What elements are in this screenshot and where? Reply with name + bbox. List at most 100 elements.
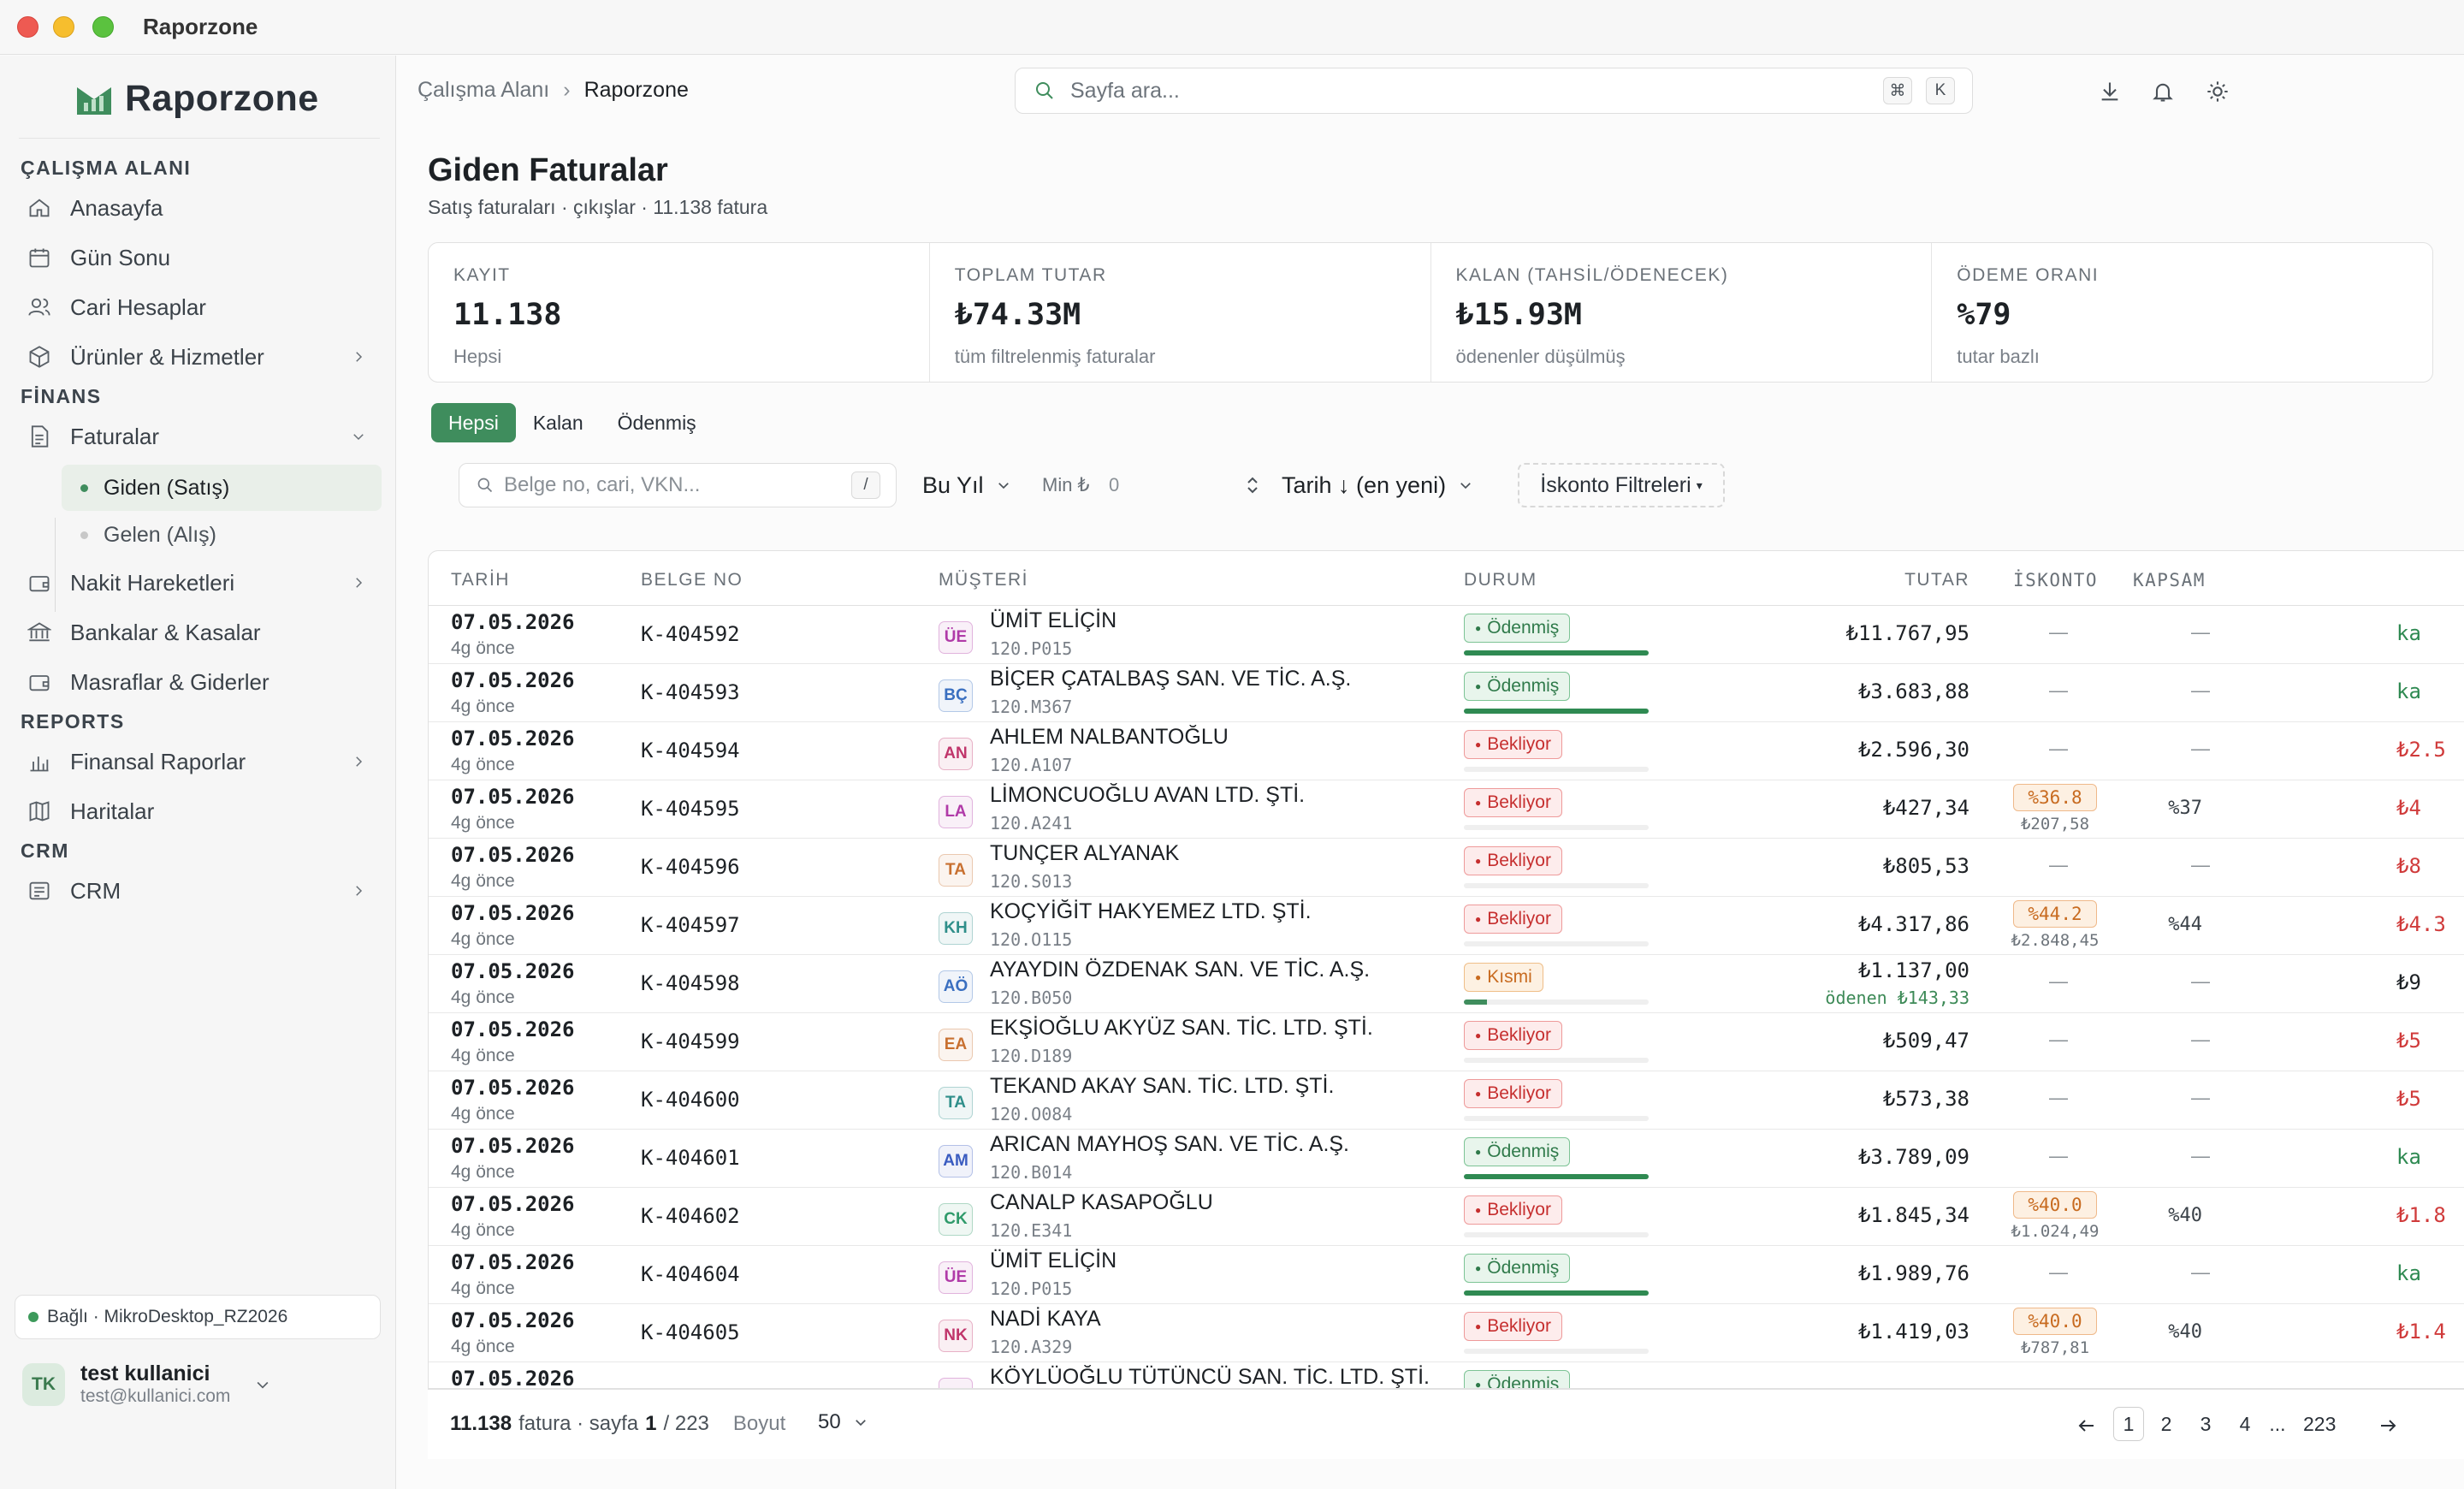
column-header-date[interactable]: TARİH xyxy=(451,570,510,590)
cell-doc-no[interactable]: K-404599 xyxy=(641,1029,740,1053)
table-row[interactable]: 07.05.2026 4g önce K-404593 BÇ BİÇER ÇATALBA… xyxy=(429,664,2464,722)
minimize-window-button[interactable] xyxy=(53,16,74,38)
table-row[interactable]: 07.05.2026 4g önce K-404592 ÜE ÜMİT ELİÇİN 12… xyxy=(429,606,2464,664)
cell-customer-name[interactable]: EKŞİOĞLU AKYÜZ SAN. TİC. LTD. ŞTİ. xyxy=(990,1016,1373,1041)
cell-amount: ₺4.317,86 xyxy=(1857,912,1969,936)
breadcrumb-item-workspace[interactable]: Çalışma Alanı xyxy=(418,78,549,103)
cell-customer-name[interactable]: NADİ KAYA xyxy=(990,1307,1101,1332)
page-button-3[interactable]: 3 xyxy=(2190,1407,2221,1441)
column-header-doc-no[interactable]: BELGE NO xyxy=(641,570,743,590)
cell-doc-no[interactable]: K-404604 xyxy=(641,1262,740,1286)
user-menu[interactable]: TK test kullanici test@kullanici.com xyxy=(22,1356,382,1412)
sidebar-item-day-end[interactable]: Gün Sonu xyxy=(21,236,382,279)
sidebar-item-expenses[interactable]: Masraflar & Giderler xyxy=(21,661,382,703)
sidebar-item-maps[interactable]: Haritalar xyxy=(21,790,382,833)
cell-doc-no[interactable]: K-404600 xyxy=(641,1088,740,1112)
table-row[interactable]: 07.05.2026 4g önce K-404596 TA TUNÇER ALYANA… xyxy=(429,839,2464,897)
cell-doc-no[interactable]: K-404596 xyxy=(641,855,740,879)
tab-paid[interactable]: Ödenmiş xyxy=(601,403,714,442)
sidebar-item-banks[interactable]: Bankalar & Kasalar xyxy=(21,611,382,654)
invoice-table: TARİH BELGE NO MÜŞTERİ DURUM TUTAR İSKON… xyxy=(428,550,2464,1389)
table-row[interactable]: 07.05.2026 4g önce K-404595 LA LİMONCUOĞLU A… xyxy=(429,780,2464,839)
cell-doc-no[interactable]: K-404605 xyxy=(641,1320,740,1344)
table-row[interactable]: 07.05.2026 4g önce K-404602 CK CANALP KASAPO… xyxy=(429,1188,2464,1246)
tab-all[interactable]: Hepsi xyxy=(431,403,516,442)
column-header-scope[interactable]: KAPSAM xyxy=(2133,570,2206,590)
page-search-input[interactable]: Sayfa ara... ⌘ K xyxy=(1015,68,1973,114)
table-row[interactable]: 07.05.2026 4g önce K-404600 TA TEKAND AKAY S… xyxy=(429,1071,2464,1130)
sort-select[interactable]: Tarih ↓ (en yeni) xyxy=(1282,463,1473,507)
download-icon[interactable] xyxy=(2098,80,2122,104)
cell-doc-no[interactable]: K-404597 xyxy=(641,913,740,937)
sidebar-item-outgoing-sales[interactable]: Giden (Satış) xyxy=(62,465,382,511)
cell-customer-name[interactable]: LİMONCUOĞLU AVAN LTD. ŞTİ. xyxy=(990,783,1305,808)
column-header-customer[interactable]: MÜŞTERİ xyxy=(939,570,1028,590)
cell-doc-no[interactable]: K-404602 xyxy=(641,1204,740,1228)
page-size-select[interactable]: 50 xyxy=(818,1410,868,1434)
cell-amount: ₺3.789,09 xyxy=(1857,1145,1969,1169)
table-row[interactable]: 07.05.2026 4g önce K-404594 AN AHLEM NALBANT… xyxy=(429,722,2464,780)
cell-customer-name[interactable]: TUNÇER ALYANAK xyxy=(990,841,1179,866)
column-header-status[interactable]: DURUM xyxy=(1464,570,1537,590)
column-header-amount[interactable]: TUTAR xyxy=(1904,570,1969,590)
page-button-last[interactable]: 223 xyxy=(2303,1407,2336,1441)
sidebar-item-financial-reports[interactable]: Finansal Raporlar xyxy=(21,740,382,783)
column-header-discount[interactable]: İSKONTO xyxy=(2013,570,2098,590)
table-row[interactable]: 07.05.2026 KÖYLÜOĞLU TÜTÜNCÜ SAN. TİC. LT… xyxy=(429,1362,2464,1388)
close-window-button[interactable] xyxy=(17,16,38,38)
sidebar-item-invoices[interactable]: Faturalar xyxy=(21,415,382,458)
invoice-search-input[interactable]: Belge no, cari, VKN... / xyxy=(459,463,897,507)
tab-remaining[interactable]: Kalan xyxy=(516,403,601,442)
cell-doc-no[interactable]: K-404601 xyxy=(641,1146,740,1170)
page-button-1[interactable]: 1 xyxy=(2113,1407,2144,1441)
table-row[interactable]: 07.05.2026 4g önce K-404599 EA EKŞİOĞLU AKYÜ… xyxy=(429,1013,2464,1071)
sidebar-item-accounts[interactable]: Cari Hesaplar xyxy=(21,286,382,329)
bar-chart-icon xyxy=(30,756,49,772)
cell-customer-name[interactable]: ÜMİT ELİÇİN xyxy=(990,1249,1116,1273)
cell-doc-no[interactable]: K-404595 xyxy=(641,797,740,821)
cell-doc-no[interactable]: K-404593 xyxy=(641,680,740,704)
customer-avatar: AM xyxy=(939,1145,973,1178)
sidebar-item-products[interactable]: Ürünler & Hizmetler xyxy=(21,335,382,378)
window-title: Raporzone xyxy=(143,14,258,39)
table-row[interactable]: 07.05.2026 4g önce K-404601 AM ARICAN MAYHOŞ… xyxy=(429,1130,2464,1188)
cell-customer-code: 120.P015 xyxy=(990,1278,1073,1299)
cell-doc-no[interactable]: K-404592 xyxy=(641,622,740,646)
page-button-4[interactable]: 4 xyxy=(2230,1407,2260,1441)
cell-customer-name[interactable]: CANALP KASAPOĞLU xyxy=(990,1190,1213,1215)
page-button-2[interactable]: 2 xyxy=(2151,1407,2182,1441)
table-row[interactable]: 07.05.2026 4g önce K-404597 KH KOÇYİĞİT HAKY… xyxy=(429,897,2464,955)
cell-doc-no[interactable]: K-404598 xyxy=(641,971,740,995)
min-amount-input[interactable]: 0 xyxy=(1109,463,1266,507)
sidebar-item-incoming-purchases[interactable]: Gelen (Alış) xyxy=(62,512,382,558)
breadcrumb-item-current: Raporzone xyxy=(583,78,689,102)
cell-customer-name[interactable]: ÜMİT ELİÇİN xyxy=(990,608,1116,633)
cell-customer-name[interactable]: AHLEM NALBANTOĞLU xyxy=(990,725,1229,750)
arrow-right-icon[interactable] xyxy=(2377,1415,2399,1436)
cell-customer-name[interactable]: KOÇYİĞİT HAKYEMEZ LTD. ŞTİ. xyxy=(990,899,1312,924)
sun-icon[interactable] xyxy=(2206,80,2230,104)
kbd-k: K xyxy=(1926,77,1955,104)
cell-customer-name[interactable]: BİÇER ÇATALBAŞ SAN. VE TİC. A.Ş. xyxy=(990,667,1351,691)
cell-customer-name[interactable]: AYAYDIN ÖZDENAK SAN. VE TİC. A.Ş. xyxy=(990,958,1370,982)
cell-relative-date: 4g önce xyxy=(451,1046,515,1065)
period-select[interactable]: Bu Yıl xyxy=(922,463,1011,507)
bell-icon[interactable] xyxy=(2151,80,2175,104)
sidebar-item-cash-movements[interactable]: Nakit Hareketleri xyxy=(21,561,382,604)
table-row[interactable]: 07.05.2026 4g önce K-404604 ÜE ÜMİT ELİÇİN 12… xyxy=(429,1246,2464,1304)
cell-customer-name[interactable]: KÖYLÜOĞLU TÜTÜNCÜ SAN. TİC. LTD. ŞTİ. xyxy=(990,1365,1430,1388)
table-row[interactable]: 07.05.2026 4g önce K-404598 AÖ AYAYDIN ÖZDEN… xyxy=(429,955,2464,1013)
cell-customer-name[interactable]: ARICAN MAYHOŞ SAN. VE TİC. A.Ş. xyxy=(990,1132,1349,1157)
cell-amount: ₺509,47 xyxy=(1882,1029,1969,1053)
cell-doc-no[interactable]: K-404594 xyxy=(641,739,740,762)
sidebar-item-crm[interactable]: CRM xyxy=(21,869,382,912)
cell-customer-name[interactable]: TEKAND AKAY SAN. TİC. LTD. ŞTİ. xyxy=(990,1074,1334,1099)
brand-logo[interactable]: Raporzone xyxy=(75,78,319,120)
table-row[interactable]: 07.05.2026 4g önce K-404605 NK NADİ KAYA 120.… xyxy=(429,1304,2464,1362)
arrow-left-icon[interactable] xyxy=(2076,1415,2098,1436)
maximize-window-button[interactable] xyxy=(92,16,114,38)
kpi-label: KALAN (TAHSİL/ÖDENECEK) xyxy=(1455,265,1729,285)
sidebar-item-home[interactable]: Anasayfa xyxy=(21,187,382,229)
discount-filters-button[interactable]: İskonto Filtreleri ▾ xyxy=(1518,463,1725,507)
stepper-icon[interactable] xyxy=(1244,475,1261,495)
